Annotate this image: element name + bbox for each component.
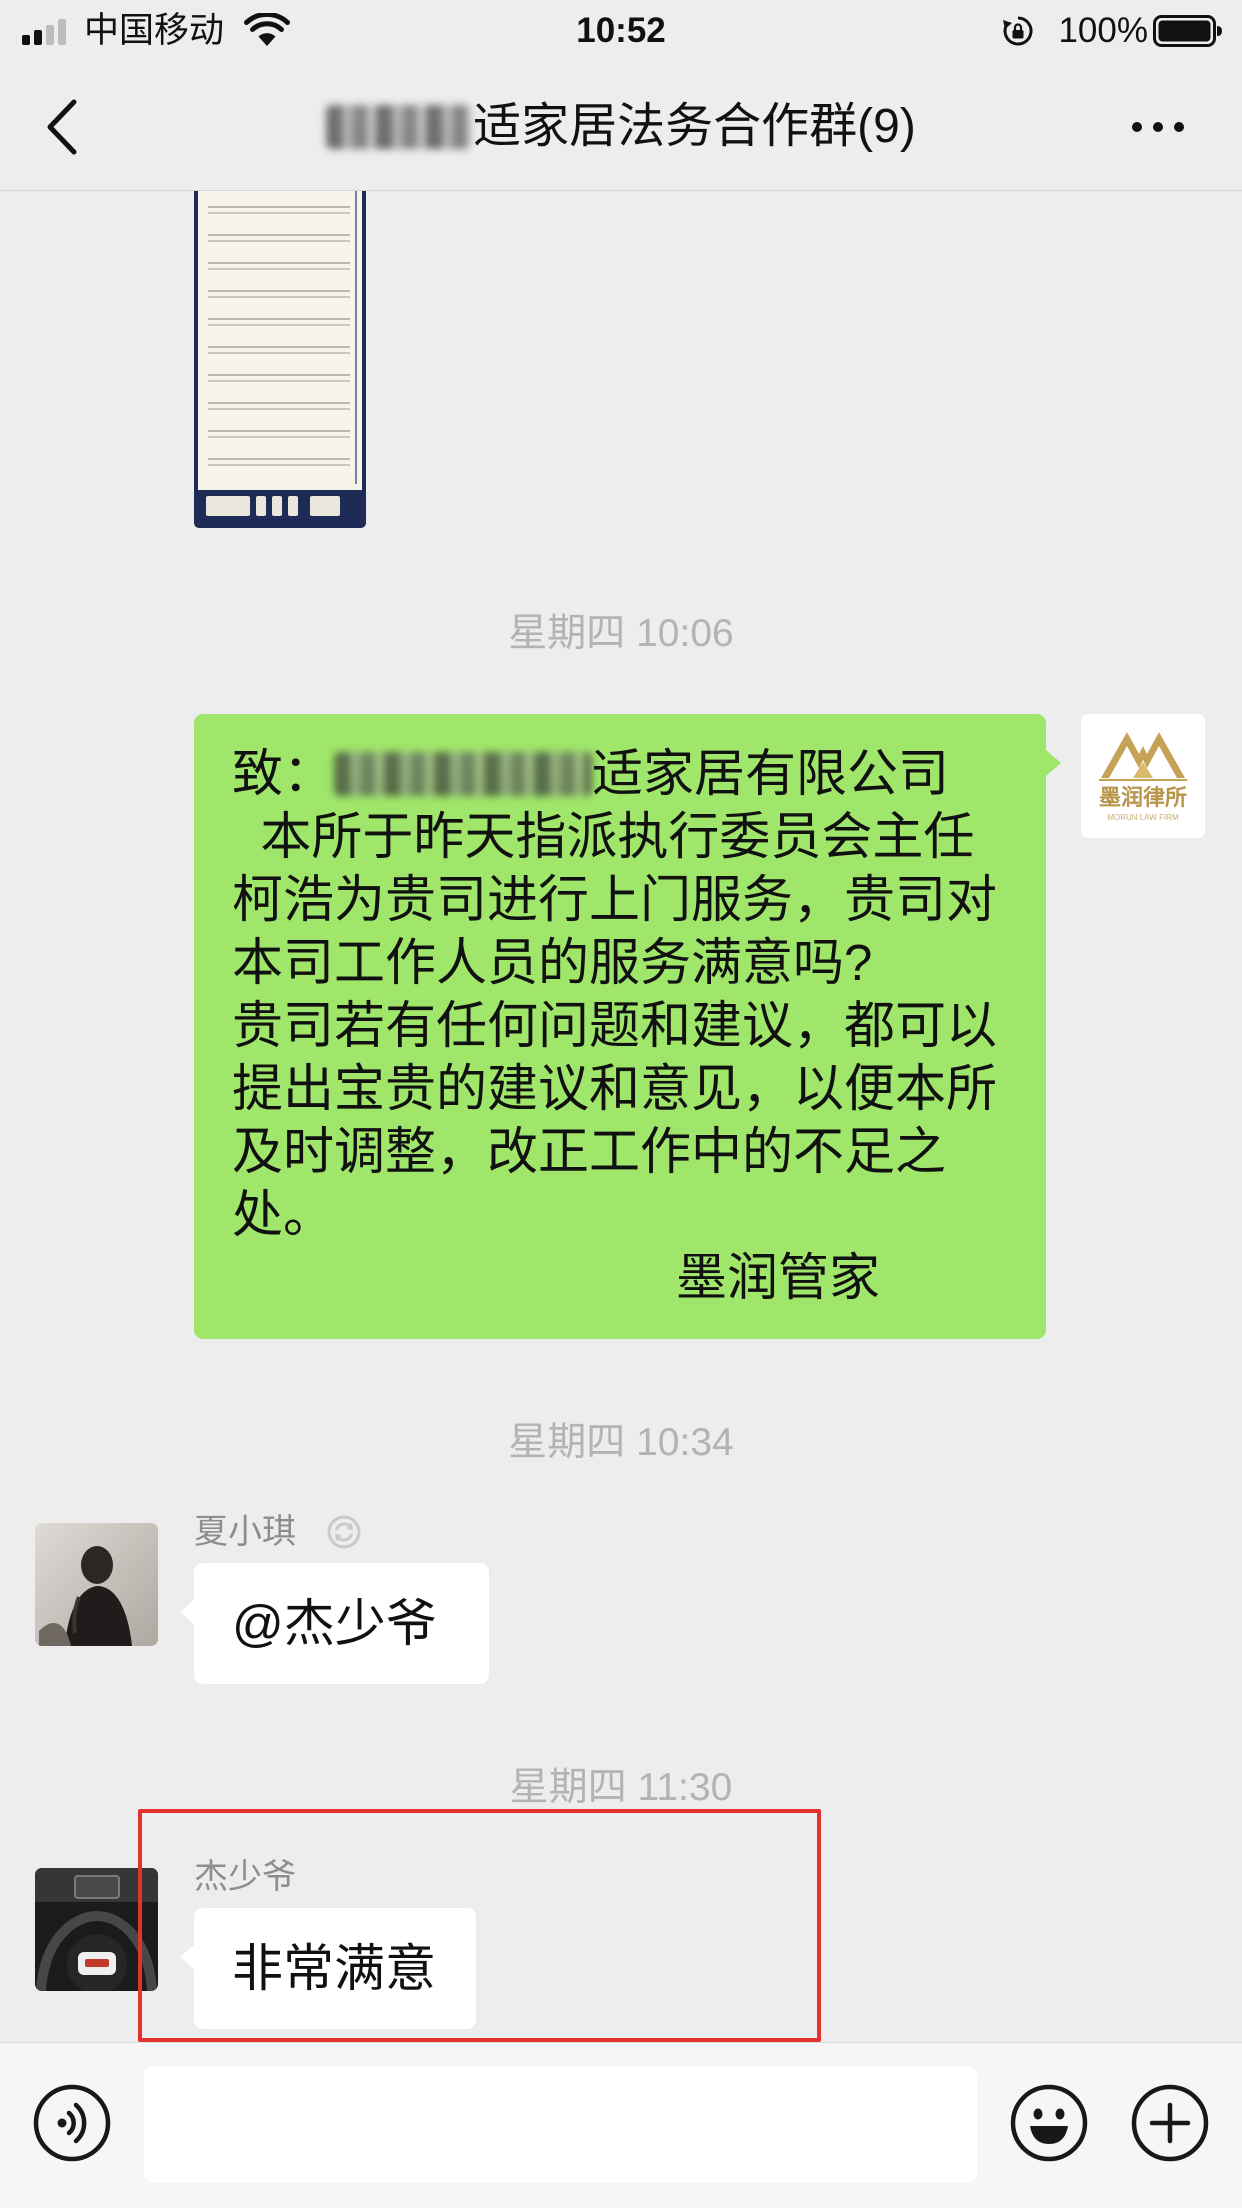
nav-divider xyxy=(0,190,1242,191)
message-text: @杰少爷 xyxy=(232,1595,437,1652)
battery-icon xyxy=(1153,15,1223,47)
voice-button[interactable] xyxy=(32,2083,112,2163)
redacted-text xyxy=(334,751,593,796)
sender-avatar-logo[interactable]: 墨润律所 MORUN LAW FIRM xyxy=(1081,714,1205,838)
message-line: 处。 xyxy=(232,1186,335,1243)
incoming-message-bubble[interactable]: @杰少爷 xyxy=(194,1563,489,1684)
carrier-name: 中国移动 xyxy=(84,11,225,50)
plus-icon xyxy=(1131,2084,1209,2162)
avatar-photo xyxy=(35,1523,158,1646)
highlight-box xyxy=(138,1809,821,2042)
status-time: 10:52 xyxy=(576,11,666,50)
timestamp: 星期四 10:06 xyxy=(508,612,734,655)
sender-name: 夏小琪 xyxy=(194,1513,296,1551)
message-line: 本所于昨天指派执行委员会主任 xyxy=(232,808,975,865)
emoji-icon xyxy=(1010,2084,1088,2162)
orientation-lock-icon xyxy=(1002,15,1034,47)
more-icon xyxy=(1132,122,1184,132)
document-inner-border xyxy=(355,191,357,484)
logo-name: 墨润律所 xyxy=(1098,785,1187,810)
message-line: 本司工作人员的服务满意吗? xyxy=(232,934,873,991)
message-line: 及时调整，改正工作中的不足之 xyxy=(232,1123,947,1180)
more-button[interactable] xyxy=(1128,114,1188,140)
document-image-message[interactable] xyxy=(194,191,366,528)
logo-subtitle: MORUN LAW FIRM xyxy=(1107,813,1179,822)
chat-title-text: 适家居法务合作群(9) xyxy=(473,100,916,153)
document-text-lines xyxy=(208,197,350,480)
greeting-prefix: 致： xyxy=(232,745,335,802)
message-line: 柯浩为贵司进行上门服务，贵司对 xyxy=(232,871,998,928)
redacted-text xyxy=(326,105,472,149)
greeting-suffix: 适家居有限公司 xyxy=(592,745,950,802)
more-functions-button[interactable] xyxy=(1130,2083,1210,2163)
chat-title: 适家居法务合作群(9) xyxy=(0,97,1242,157)
message-line: 提出宝贵的建议和意见，以便本所 xyxy=(232,1060,998,1117)
timestamp: 星期四 10:34 xyxy=(508,1421,734,1464)
message-signature: 墨润管家 xyxy=(676,1249,881,1306)
chat-screen: 中国移动 10:52 100% 适家居法务合作群(9) 星期四 10:06 致：… xyxy=(0,0,1242,2208)
message-line: 致： 适家居有限公司 xyxy=(232,742,1008,805)
emoji-button[interactable] xyxy=(1009,2083,1089,2163)
contact-tag-icon xyxy=(326,1514,362,1550)
signal-icon xyxy=(22,19,70,45)
outgoing-message-bubble[interactable]: 致： 适家居有限公司 本所于昨天指派执行委员会主任 柯浩为贵司进行上门服务，贵司… xyxy=(194,714,1046,1339)
wifi-icon xyxy=(244,13,290,47)
avatar[interactable] xyxy=(35,1523,158,1646)
bubble-tail xyxy=(180,1599,195,1625)
message-input[interactable] xyxy=(144,2066,977,2183)
document-footer xyxy=(198,490,362,524)
battery-percent: 100% xyxy=(1058,11,1148,50)
timestamp: 星期四 11:30 xyxy=(509,1766,733,1809)
message-line: 贵司若有任何问题和建议，都可以 xyxy=(232,997,998,1054)
bubble-tail xyxy=(1046,750,1061,776)
voice-icon xyxy=(33,2084,111,2162)
